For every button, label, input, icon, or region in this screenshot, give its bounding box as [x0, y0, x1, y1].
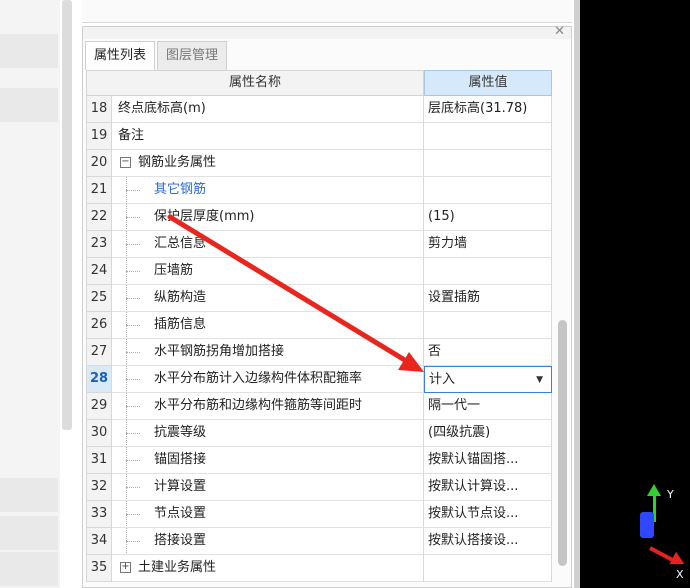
- annotation-arrow: [167, 214, 424, 372]
